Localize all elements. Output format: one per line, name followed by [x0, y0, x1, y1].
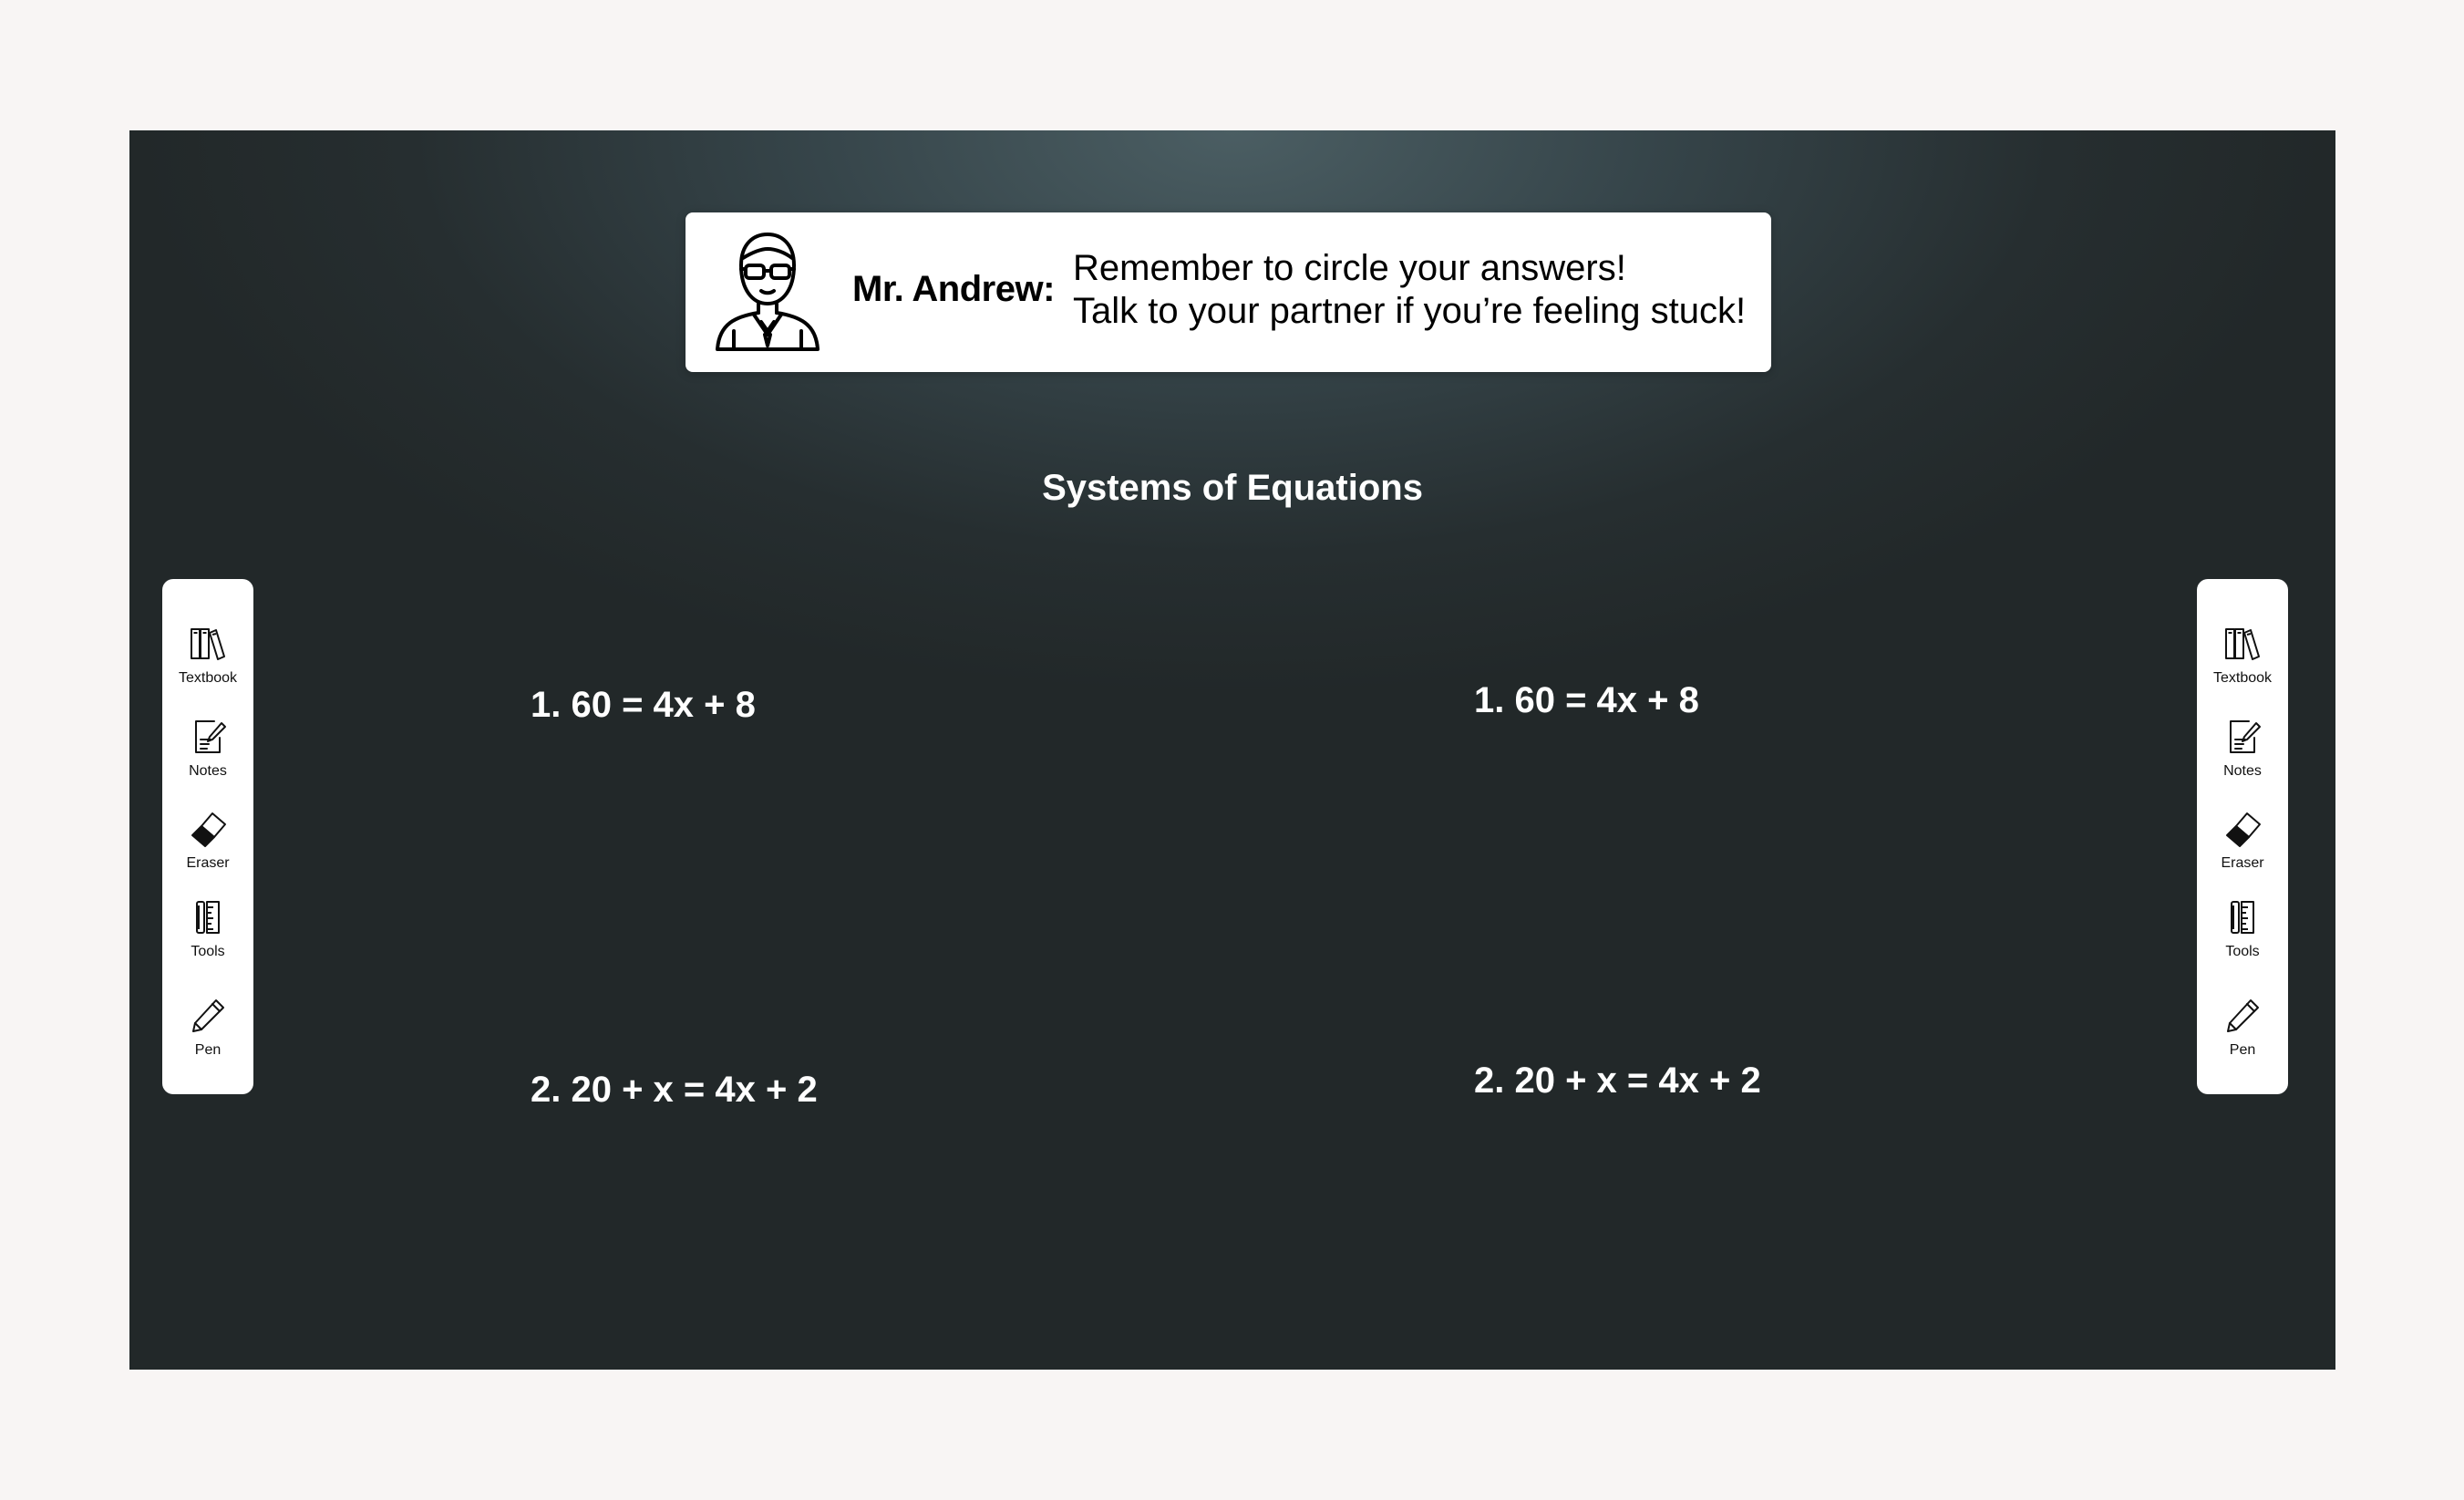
- notes-icon: [195, 720, 226, 753]
- tool-label: Eraser: [2221, 855, 2264, 871]
- left-tool-tools[interactable]: Tools: [162, 898, 253, 960]
- pen-icon: [192, 999, 224, 1032]
- right-tool-eraser[interactable]: Eraser: [2197, 810, 2288, 872]
- tool-label: Textbook: [2212, 670, 2273, 686]
- tool-label: Tools: [191, 944, 225, 959]
- tool-label: Pen: [2229, 1042, 2256, 1058]
- tool-label: Notes: [2223, 763, 2262, 779]
- textbook-icon: [2225, 628, 2260, 660]
- right-tool-textbook[interactable]: Textbook: [2197, 625, 2288, 687]
- left-tool-eraser[interactable]: Eraser: [162, 810, 253, 872]
- teacher-message: Remember to circle your answers! Talk to…: [1073, 247, 1766, 333]
- left-tool-notes[interactable]: Notes: [162, 718, 253, 780]
- right-equation-2: 2. 20 + x = 4x + 2: [1474, 1060, 1761, 1101]
- eraser-icon: [191, 812, 226, 847]
- left-tool-pen[interactable]: Pen: [162, 997, 253, 1059]
- tools-icon: [196, 901, 220, 934]
- tool-label: Textbook: [178, 670, 238, 686]
- teacher-avatar-icon: [708, 225, 827, 353]
- textbook-icon: [191, 628, 225, 660]
- tools-icon: [2231, 901, 2254, 934]
- left-toolbar: Textbook Notes Eraser Tools Pen: [162, 579, 253, 1094]
- right-equation-1: 1. 60 = 4x + 8: [1474, 680, 1699, 720]
- left-tool-textbook[interactable]: Textbook: [162, 625, 253, 687]
- notes-icon: [2230, 720, 2261, 753]
- teacher-name: Mr. Andrew:: [852, 269, 1055, 309]
- right-tool-notes[interactable]: Notes: [2197, 718, 2288, 780]
- right-toolbar: Textbook Notes Eraser Tools Pen: [2197, 579, 2288, 1094]
- tool-label: Tools: [2225, 944, 2260, 959]
- right-tool-tools[interactable]: Tools: [2197, 898, 2288, 960]
- eraser-icon: [2226, 812, 2261, 847]
- right-tool-pen[interactable]: Pen: [2197, 997, 2288, 1059]
- message-line-1: Remember to circle your answers!: [1073, 248, 1626, 288]
- chalkboard: Mr. Andrew: Remember to circle your answ…: [129, 130, 2335, 1370]
- pen-icon: [2227, 999, 2259, 1032]
- message-line-2: Talk to your partner if you’re feeling s…: [1073, 291, 1747, 331]
- tool-label: Notes: [189, 763, 227, 779]
- teacher-message-banner: Mr. Andrew: Remember to circle your answ…: [686, 212, 1771, 372]
- tool-label: Pen: [194, 1042, 222, 1058]
- left-equation-2: 2. 20 + x = 4x + 2: [531, 1070, 818, 1110]
- left-equation-1: 1. 60 = 4x + 8: [531, 685, 756, 725]
- tool-label: Eraser: [186, 855, 230, 871]
- board-title: Systems of Equations: [1042, 468, 1423, 508]
